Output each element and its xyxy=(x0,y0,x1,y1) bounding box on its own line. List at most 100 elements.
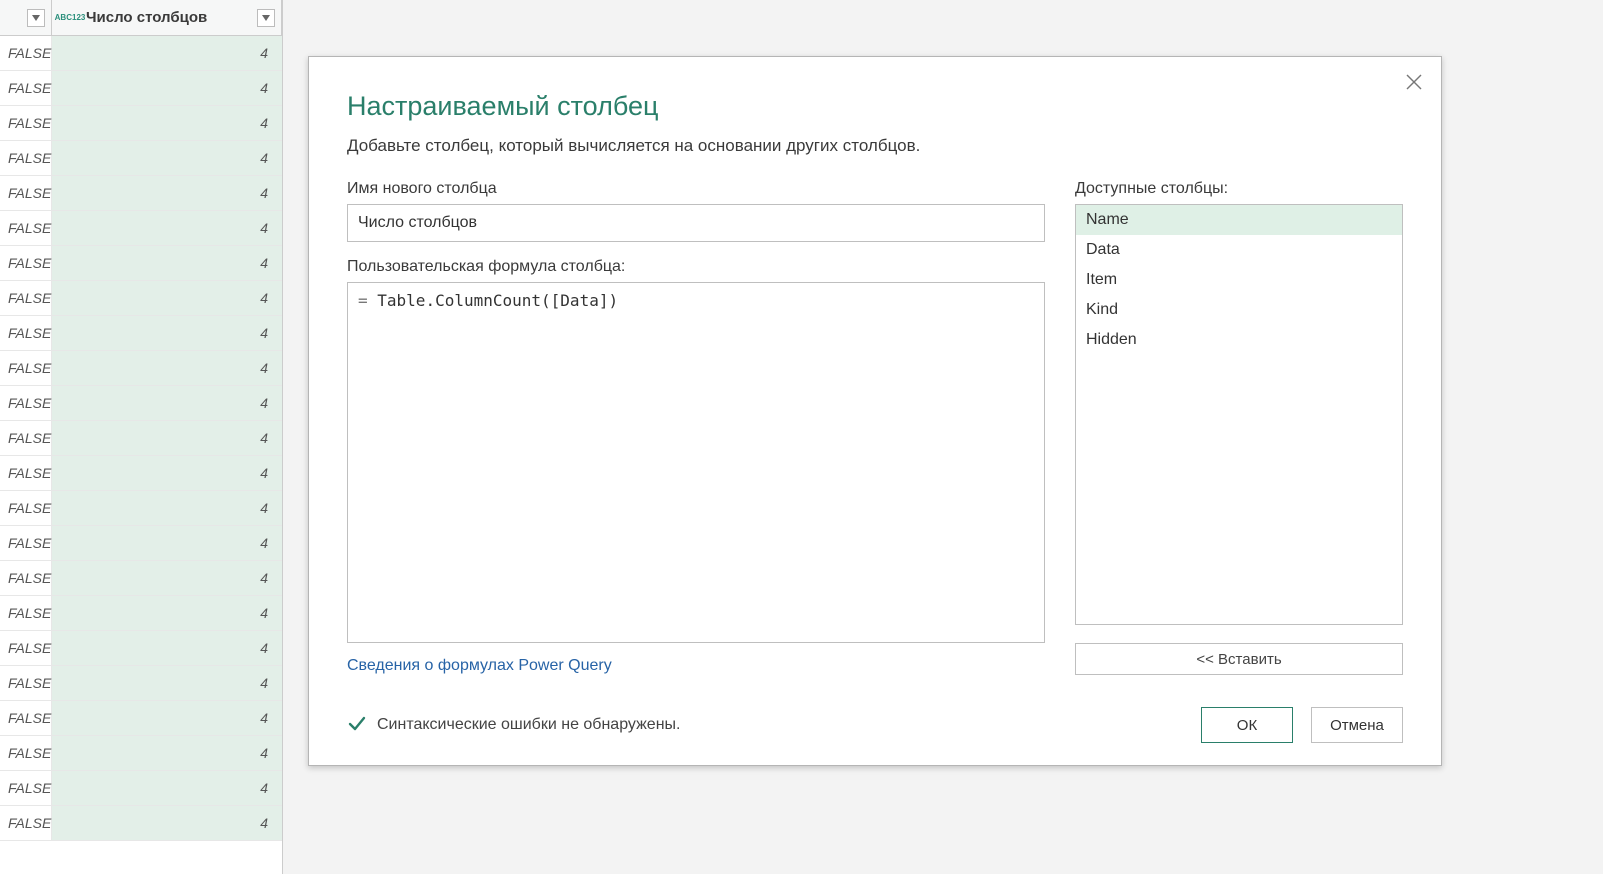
cell-col-2[interactable]: 4 xyxy=(52,106,282,140)
cell-col-2[interactable]: 4 xyxy=(52,421,282,455)
dialog-subtitle: Добавьте столбец, который вычисляется на… xyxy=(347,136,1403,156)
table-row[interactable]: FALSE4 xyxy=(0,736,282,771)
cell-col-1[interactable]: FALSE xyxy=(0,316,52,350)
cell-col-1[interactable]: FALSE xyxy=(0,491,52,525)
available-columns-list[interactable]: NameDataItemKindHidden xyxy=(1075,204,1403,625)
table-row[interactable]: FALSE4 xyxy=(0,246,282,281)
table-row[interactable]: FALSE4 xyxy=(0,106,282,141)
any-type-icon: ABC123 xyxy=(58,9,82,27)
table-row[interactable]: FALSE4 xyxy=(0,701,282,736)
table-row[interactable]: FALSE4 xyxy=(0,561,282,596)
available-column-item[interactable]: Hidden xyxy=(1076,325,1402,355)
cell-col-1[interactable]: FALSE xyxy=(0,561,52,595)
powerquery-formulas-link[interactable]: Сведения о формулах Power Query xyxy=(347,657,1045,675)
formula-label: Пользовательская формула столбца: xyxy=(347,258,1045,276)
cell-col-1[interactable]: FALSE xyxy=(0,666,52,700)
table-row[interactable]: FALSE4 xyxy=(0,806,282,841)
formula-textarea[interactable]: = Table.ColumnCount([Data]) xyxy=(347,282,1045,643)
cell-col-1[interactable]: FALSE xyxy=(0,526,52,560)
syntax-status: Синтаксические ошибки не обнаружены. xyxy=(347,713,680,738)
cell-col-1[interactable]: FALSE xyxy=(0,281,52,315)
cell-col-2[interactable]: 4 xyxy=(52,176,282,210)
cell-col-1[interactable]: FALSE xyxy=(0,141,52,175)
cell-col-1[interactable]: FALSE xyxy=(0,351,52,385)
cell-col-1[interactable]: FALSE xyxy=(0,246,52,280)
cell-col-2[interactable]: 4 xyxy=(52,386,282,420)
cell-col-1[interactable]: FALSE xyxy=(0,456,52,490)
cell-col-2[interactable]: 4 xyxy=(52,561,282,595)
cancel-button[interactable]: Отмена xyxy=(1311,707,1403,743)
available-column-item[interactable]: Name xyxy=(1076,205,1402,235)
close-button[interactable] xyxy=(1401,69,1427,95)
column-header-1[interactable] xyxy=(0,0,52,35)
cell-col-2[interactable]: 4 xyxy=(52,141,282,175)
cell-col-2[interactable]: 4 xyxy=(52,631,282,665)
table-row[interactable]: FALSE4 xyxy=(0,36,282,71)
cell-col-2[interactable]: 4 xyxy=(52,666,282,700)
cell-col-2[interactable]: 4 xyxy=(52,596,282,630)
cell-col-1[interactable]: FALSE xyxy=(0,771,52,805)
cell-col-2[interactable]: 4 xyxy=(52,246,282,280)
ok-button[interactable]: ОК xyxy=(1201,707,1293,743)
checkmark-icon xyxy=(347,713,367,738)
cell-col-2[interactable]: 4 xyxy=(52,736,282,770)
table-row[interactable]: FALSE4 xyxy=(0,71,282,106)
cell-col-2[interactable]: 4 xyxy=(52,806,282,840)
cell-col-2[interactable]: 4 xyxy=(52,771,282,805)
filter-dropdown-icon[interactable] xyxy=(27,9,45,27)
cell-col-1[interactable]: FALSE xyxy=(0,806,52,840)
syntax-status-text: Синтаксические ошибки не обнаружены. xyxy=(377,716,680,734)
filter-dropdown-icon[interactable] xyxy=(257,9,275,27)
cell-col-1[interactable]: FALSE xyxy=(0,106,52,140)
table-row[interactable]: FALSE4 xyxy=(0,526,282,561)
grid-body: FALSE4FALSE4FALSE4FALSE4FALSE4FALSE4FALS… xyxy=(0,36,282,841)
cell-col-1[interactable]: FALSE xyxy=(0,71,52,105)
column-name-input[interactable] xyxy=(347,204,1045,242)
cell-col-1[interactable]: FALSE xyxy=(0,211,52,245)
cell-col-2[interactable]: 4 xyxy=(52,491,282,525)
cell-col-2[interactable]: 4 xyxy=(52,316,282,350)
cell-col-2[interactable]: 4 xyxy=(52,71,282,105)
custom-column-dialog: Настраиваемый столбец Добавьте столбец, … xyxy=(308,56,1442,766)
cell-col-1[interactable]: FALSE xyxy=(0,631,52,665)
table-row[interactable]: FALSE4 xyxy=(0,386,282,421)
cell-col-1[interactable]: FALSE xyxy=(0,36,52,70)
available-columns-label: Доступные столбцы: xyxy=(1075,180,1403,198)
table-row[interactable]: FALSE4 xyxy=(0,141,282,176)
table-row[interactable]: FALSE4 xyxy=(0,491,282,526)
grid-header-row: ABC123 Число столбцов xyxy=(0,0,282,36)
cell-col-2[interactable]: 4 xyxy=(52,701,282,735)
cell-col-1[interactable]: FALSE xyxy=(0,176,52,210)
cell-col-1[interactable]: FALSE xyxy=(0,701,52,735)
cell-col-2[interactable]: 4 xyxy=(52,281,282,315)
cell-col-2[interactable]: 4 xyxy=(52,526,282,560)
available-column-item[interactable]: Item xyxy=(1076,265,1402,295)
column-header-label: Число столбцов xyxy=(82,9,207,26)
data-grid: ABC123 Число столбцов FALSE4FALSE4FALSE4… xyxy=(0,0,283,874)
column-header-2[interactable]: ABC123 Число столбцов xyxy=(52,0,282,35)
cell-col-1[interactable]: FALSE xyxy=(0,596,52,630)
table-row[interactable]: FALSE4 xyxy=(0,666,282,701)
table-row[interactable]: FALSE4 xyxy=(0,316,282,351)
available-column-item[interactable]: Data xyxy=(1076,235,1402,265)
table-row[interactable]: FALSE4 xyxy=(0,631,282,666)
table-row[interactable]: FALSE4 xyxy=(0,421,282,456)
table-row[interactable]: FALSE4 xyxy=(0,176,282,211)
cell-col-2[interactable]: 4 xyxy=(52,351,282,385)
table-row[interactable]: FALSE4 xyxy=(0,351,282,386)
table-row[interactable]: FALSE4 xyxy=(0,596,282,631)
table-row[interactable]: FALSE4 xyxy=(0,771,282,806)
cell-col-1[interactable]: FALSE xyxy=(0,421,52,455)
column-name-label: Имя нового столбца xyxy=(347,180,1045,198)
cell-col-2[interactable]: 4 xyxy=(52,456,282,490)
table-row[interactable]: FALSE4 xyxy=(0,281,282,316)
available-column-item[interactable]: Kind xyxy=(1076,295,1402,325)
insert-button[interactable]: << Вставить xyxy=(1075,643,1403,675)
cell-col-1[interactable]: FALSE xyxy=(0,386,52,420)
cell-col-2[interactable]: 4 xyxy=(52,36,282,70)
cell-col-1[interactable]: FALSE xyxy=(0,736,52,770)
dialog-title: Настраиваемый столбец xyxy=(347,91,1403,122)
table-row[interactable]: FALSE4 xyxy=(0,456,282,491)
cell-col-2[interactable]: 4 xyxy=(52,211,282,245)
table-row[interactable]: FALSE4 xyxy=(0,211,282,246)
